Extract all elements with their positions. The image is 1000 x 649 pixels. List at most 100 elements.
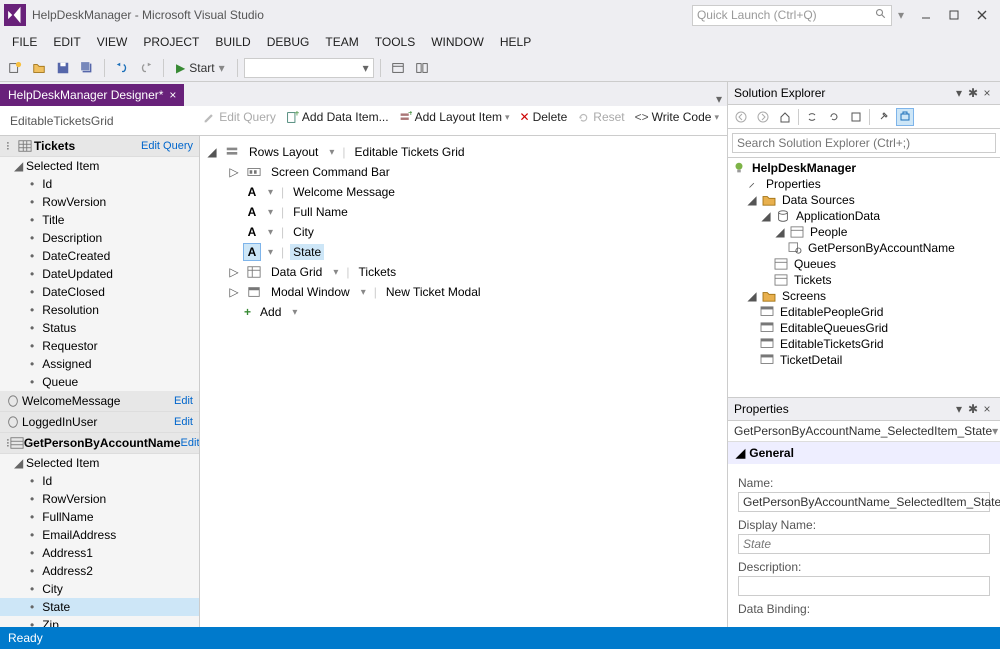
home-button[interactable] — [776, 108, 794, 126]
queues-node[interactable]: Queues — [728, 256, 1000, 272]
getperson-selected-item[interactable]: ◢Selected Item — [0, 454, 199, 472]
props-display-input[interactable]: State — [738, 534, 990, 554]
forward-button[interactable] — [754, 108, 772, 126]
field-item[interactable]: Requestor — [0, 337, 199, 355]
solution-search-input[interactable] — [732, 133, 996, 153]
menu-tools[interactable]: TOOLS — [367, 31, 423, 53]
screens-node[interactable]: ◢Screens — [728, 288, 1000, 304]
menu-project[interactable]: PROJECT — [135, 31, 207, 53]
add-data-item-button[interactable]: + Add Data Item... — [286, 110, 389, 124]
edit-query-button[interactable]: Edit Query — [203, 110, 276, 124]
project-root[interactable]: HelpDeskManager — [728, 160, 1000, 176]
close-panel-icon[interactable]: × — [980, 402, 994, 416]
properties-group-general[interactable]: ◢General — [728, 442, 1000, 464]
reset-button[interactable]: Reset — [577, 110, 624, 124]
welcome-section-header[interactable]: WelcomeMessage Edit — [0, 391, 199, 412]
add-layout-item-button[interactable]: + Add Layout Item ▾ — [399, 110, 510, 124]
field-item[interactable]: Status — [0, 319, 199, 337]
chevron-down-icon[interactable]: ▾ — [327, 147, 336, 158]
getperson-section-header[interactable]: ⁝ GetPersonByAccountName Edit Query — [0, 433, 199, 454]
layout-toggle-button[interactable] — [411, 57, 433, 79]
tickets-selected-item[interactable]: ◢Selected Item — [0, 157, 199, 175]
redo-button[interactable] — [135, 57, 157, 79]
chevron-down-icon[interactable]: ▾ — [266, 207, 275, 218]
sync-button[interactable] — [803, 108, 821, 126]
customize-dropdown[interactable]: ▾ — [898, 8, 904, 22]
field-item[interactable]: Id — [0, 472, 199, 490]
undo-button[interactable] — [111, 57, 133, 79]
screen-item[interactable]: EditablePeopleGrid — [728, 304, 1000, 320]
panel-dropdown[interactable]: ▾ — [952, 402, 966, 416]
field-item[interactable]: DateCreated — [0, 247, 199, 265]
layout-root[interactable]: ◢ Rows Layout▾ | Editable Tickets Grid — [206, 142, 721, 162]
field-item[interactable]: Address2 — [0, 562, 199, 580]
chevron-down-icon[interactable]: ▾ — [331, 267, 340, 278]
layout-screen-command-bar[interactable]: ▷ Screen Command Bar — [206, 162, 721, 182]
menu-help[interactable]: HELP — [492, 31, 539, 53]
layout-add[interactable]: + Add▾ — [206, 302, 721, 322]
field-item[interactable]: Queue — [0, 373, 199, 391]
field-item-state[interactable]: State — [0, 598, 199, 616]
write-code-button[interactable]: <> Write Code ▾ — [635, 110, 719, 124]
properties-selector[interactable]: GetPersonByAccountName_SelectedItem_Stat… — [728, 421, 1000, 442]
field-item[interactable]: RowVersion — [0, 193, 199, 211]
menu-file[interactable]: FILE — [4, 31, 45, 53]
screen-item[interactable]: EditableTicketsGrid — [728, 336, 1000, 352]
field-item[interactable]: DateUpdated — [0, 265, 199, 283]
layout-state[interactable]: A▾| State — [206, 242, 721, 262]
chevron-down-icon[interactable]: ▾ — [266, 227, 275, 238]
props-description-input[interactable] — [738, 576, 990, 596]
field-item[interactable]: FullName — [0, 508, 199, 526]
data-sources-node[interactable]: ◢Data Sources — [728, 192, 1000, 208]
menu-edit[interactable]: EDIT — [45, 31, 88, 53]
field-item[interactable]: Resolution — [0, 301, 199, 319]
refresh-button[interactable] — [825, 108, 843, 126]
pin-icon[interactable]: ✱ — [966, 402, 980, 416]
getperson-query-node[interactable]: GetPersonByAccountName — [728, 240, 1000, 256]
loggedin-edit-link[interactable]: Edit — [174, 416, 193, 428]
welcome-edit-link[interactable]: Edit — [174, 395, 193, 407]
open-file-button[interactable] — [28, 57, 50, 79]
delete-button[interactable]: ✕ Delete — [520, 110, 568, 124]
chevron-down-icon[interactable]: ▾ — [266, 247, 275, 258]
quick-launch-input[interactable]: Quick Launch (Ctrl+Q) — [692, 5, 892, 26]
properties-button[interactable] — [874, 108, 892, 126]
tickets-node[interactable]: Tickets — [728, 272, 1000, 288]
layout-city[interactable]: A▾| City — [206, 222, 721, 242]
field-item[interactable]: City — [0, 580, 199, 598]
menu-window[interactable]: WINDOW — [423, 31, 492, 53]
close-tab-icon[interactable]: × — [169, 88, 176, 102]
field-item[interactable]: Address1 — [0, 544, 199, 562]
field-item[interactable]: Assigned — [0, 355, 199, 373]
solution-explorer-search[interactable] — [728, 129, 1000, 158]
screen-item[interactable]: EditableQueuesGrid — [728, 320, 1000, 336]
start-button[interactable]: ▶ Start ▾ — [170, 61, 231, 75]
menu-debug[interactable]: DEBUG — [259, 31, 318, 53]
props-name-input[interactable]: GetPersonByAccountName_SelectedItem_Stat… — [738, 492, 990, 512]
maximize-button[interactable] — [940, 4, 968, 26]
field-item[interactable]: Title — [0, 211, 199, 229]
menu-team[interactable]: TEAM — [317, 31, 366, 53]
layout-datagrid[interactable]: ▷ Data Grid▾| Tickets — [206, 262, 721, 282]
people-node[interactable]: ◢People — [728, 224, 1000, 240]
layout-modal[interactable]: ▷ Modal Window▾| New Ticket Modal — [206, 282, 721, 302]
save-all-button[interactable] — [76, 57, 98, 79]
show-all-button[interactable] — [896, 108, 914, 126]
config-dropdown[interactable]: ▾ — [244, 58, 374, 78]
new-project-button[interactable] — [4, 57, 26, 79]
tickets-edit-query-link[interactable]: Edit Query — [141, 140, 193, 152]
pin-icon[interactable]: ✱ — [966, 86, 980, 100]
layout-fullname[interactable]: A▾| Full Name — [206, 202, 721, 222]
getperson-edit-query-link[interactable]: Edit Query — [181, 437, 200, 449]
chevron-down-icon[interactable]: ▾ — [290, 307, 299, 318]
collapse-button[interactable] — [847, 108, 865, 126]
save-button[interactable] — [52, 57, 74, 79]
loggedin-section-header[interactable]: LoggedInUser Edit — [0, 412, 199, 433]
field-item[interactable]: DateClosed — [0, 283, 199, 301]
screen-item[interactable]: TicketDetail — [728, 352, 1000, 368]
properties-node[interactable]: Properties — [728, 176, 1000, 192]
field-item[interactable]: EmailAddress — [0, 526, 199, 544]
tickets-section-header[interactable]: ⁝ Tickets Edit Query — [0, 136, 199, 157]
chevron-down-icon[interactable]: ▾ — [359, 287, 368, 298]
minimize-button[interactable] — [912, 4, 940, 26]
